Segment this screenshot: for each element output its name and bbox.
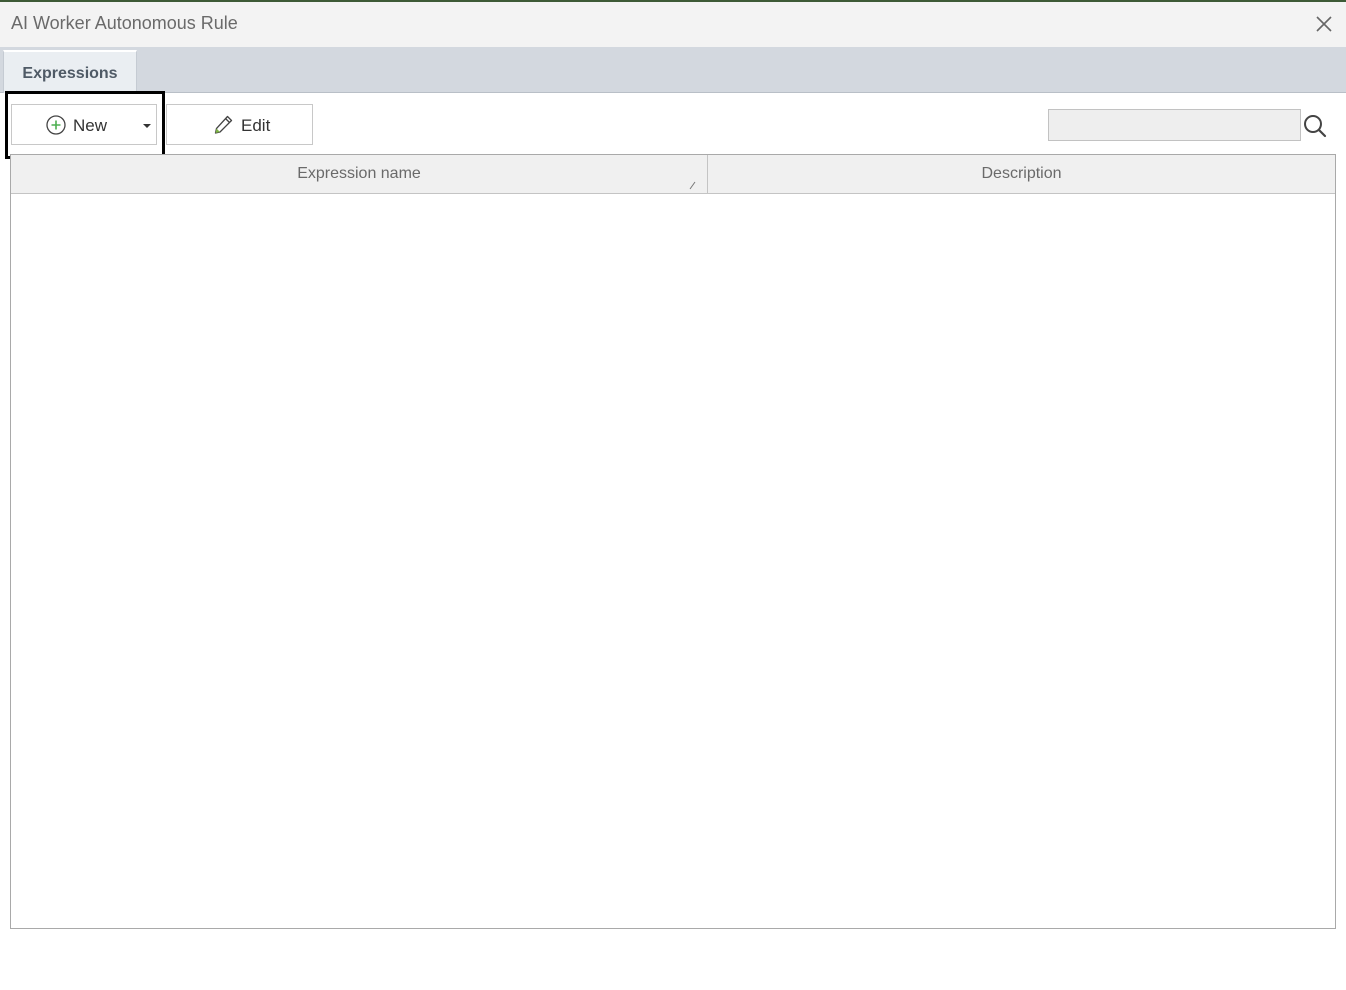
column-header-expression-name[interactable]: Expression name <box>11 155 708 193</box>
pencil-icon <box>212 114 234 136</box>
column-header-description[interactable]: Description <box>708 155 1335 193</box>
window-title: AI Worker Autonomous Rule <box>11 13 238 33</box>
grid-header: Expression name Description <box>11 155 1335 194</box>
dropdown-arrow-icon[interactable] <box>143 124 151 128</box>
expressions-grid: Expression name Description <box>10 154 1336 929</box>
column-header-label: Expression name <box>297 165 421 182</box>
edit-button[interactable]: Edit <box>166 104 313 145</box>
plus-circle-icon <box>45 114 67 136</box>
new-button[interactable]: New <box>11 104 157 145</box>
tab-label: Expressions <box>22 65 118 82</box>
search-input[interactable] <box>1048 109 1301 141</box>
tab-expressions[interactable]: Expressions <box>3 50 137 93</box>
search-icon[interactable] <box>1302 113 1328 139</box>
sort-indicator-icon <box>688 168 698 190</box>
title-bar: AI Worker Autonomous Rule <box>0 2 1346 47</box>
close-icon[interactable] <box>1314 14 1334 34</box>
tab-strip: Expressions <box>0 47 1346 93</box>
column-header-label: Description <box>981 165 1062 182</box>
new-button-label: New <box>73 116 108 135</box>
grid-body[interactable] <box>11 194 1335 928</box>
edit-button-label: Edit <box>241 116 271 135</box>
